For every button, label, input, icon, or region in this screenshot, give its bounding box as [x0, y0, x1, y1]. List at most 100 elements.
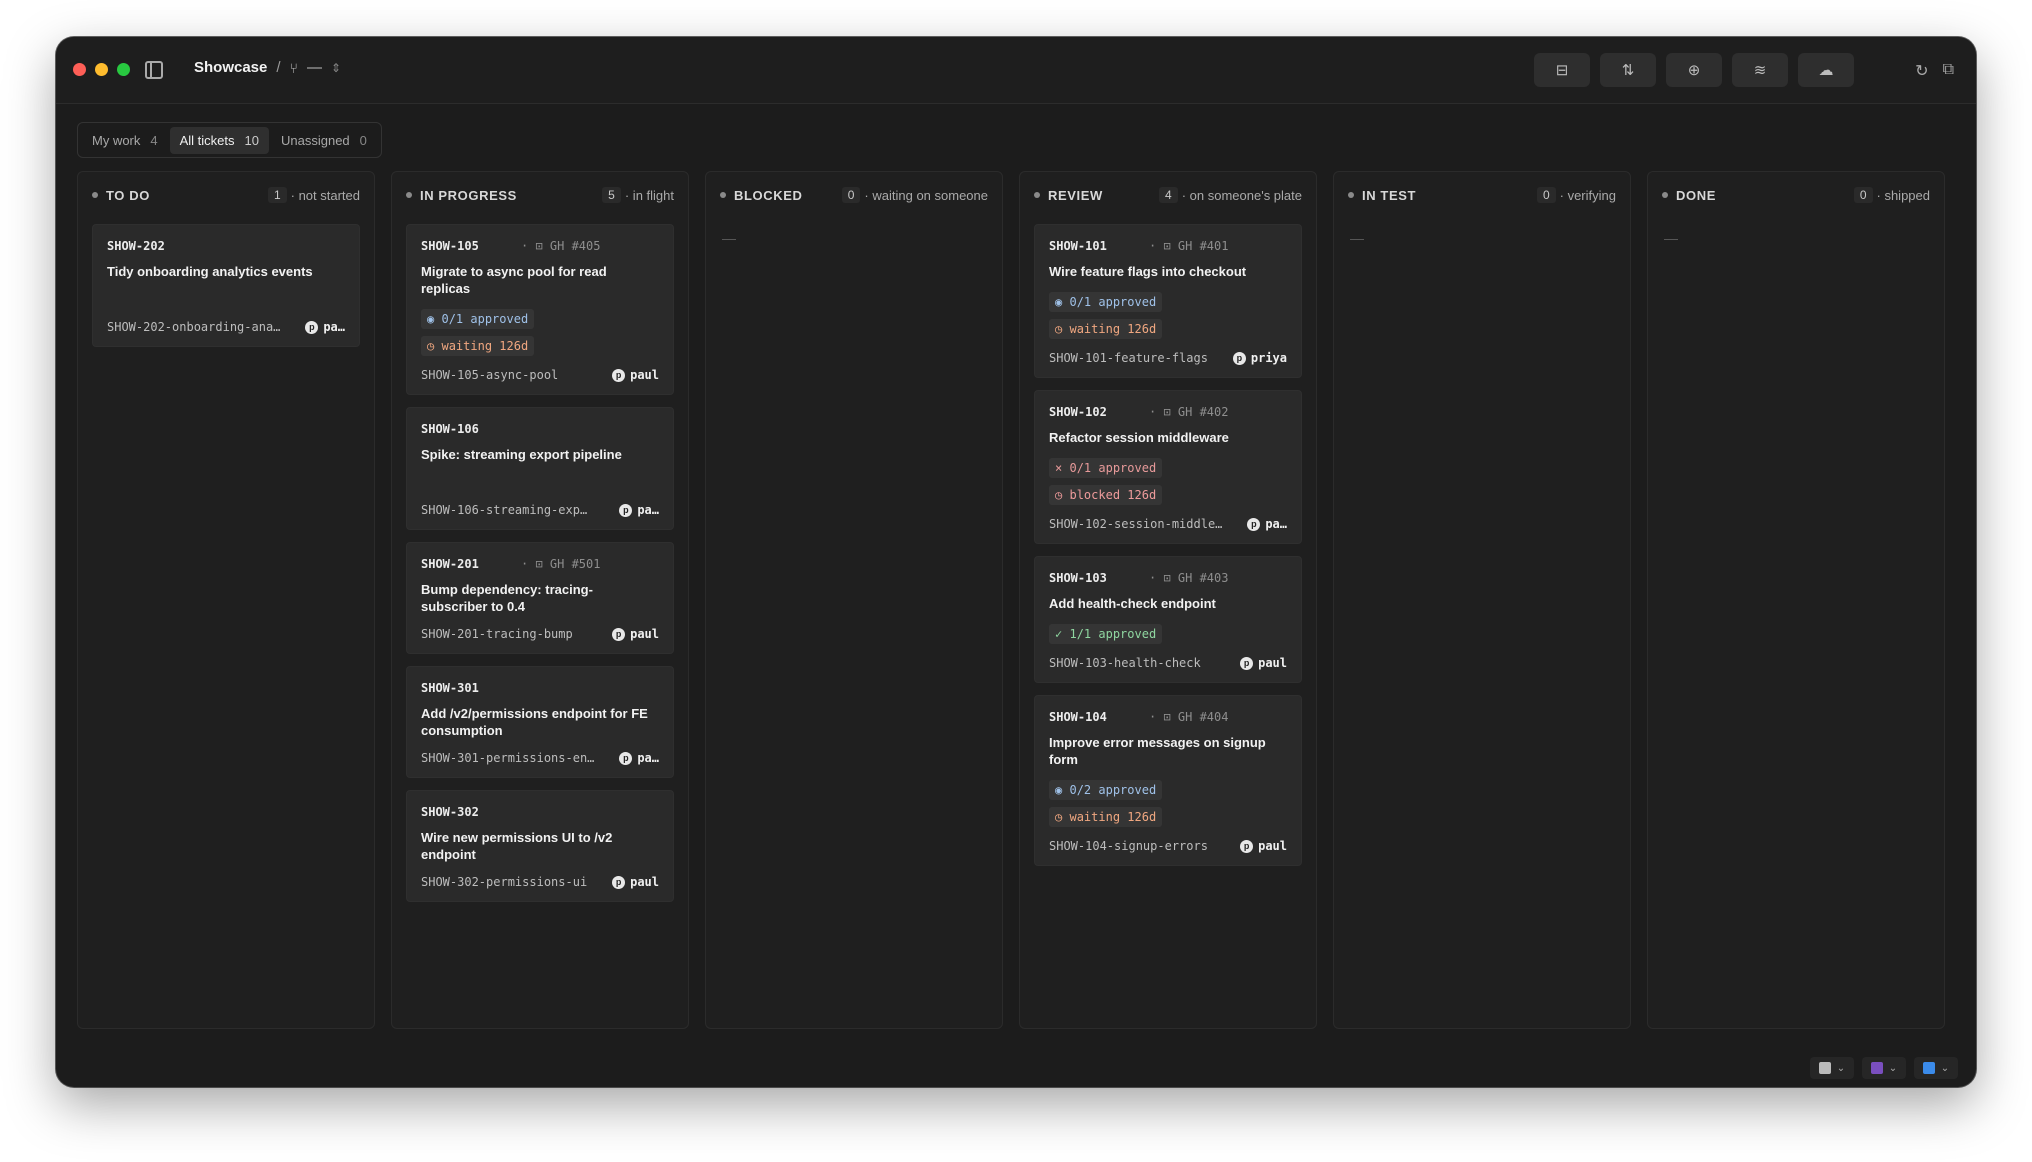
github-pr-link[interactable]: · ⊡ GH #402 [1149, 405, 1228, 419]
github-pr-link[interactable]: · ⊡ GH #405 [521, 239, 600, 253]
assignee[interactable]: p paul [1240, 839, 1287, 853]
avatar: p [1240, 839, 1254, 853]
assignee-name: pa… [323, 320, 345, 334]
open-external-icon[interactable]: ⧉ [1943, 61, 1954, 81]
github-pr-link[interactable]: · ⊡ GH #403 [1149, 571, 1228, 585]
toolbar-right: ↻ ⧉ [1915, 61, 1954, 81]
deploy-icon[interactable]: ⊕ [1666, 53, 1722, 87]
assignee[interactable]: p paul [612, 627, 659, 641]
status-badge: ◷ blocked 126d [1049, 485, 1163, 505]
assignee-name: paul [1258, 839, 1287, 853]
status-chip-icon [1870, 1062, 1883, 1074]
ticket-card[interactable]: SHOW-202 Tidy onboarding analytics event… [92, 224, 360, 347]
refresh-icon[interactable]: ↻ [1915, 61, 1928, 81]
column-name: BLOCKED [734, 187, 803, 203]
avatar: p [619, 751, 633, 765]
column-in-test: IN TEST 0 · verifying — [1333, 171, 1631, 1029]
badge-text: 1/1 approved [1069, 627, 1157, 641]
badge-text: waiting 126d [1069, 810, 1157, 824]
branch-name: SHOW-301-permissions-en… [421, 751, 595, 765]
github-pr-link[interactable]: · ⊡ GH #401 [1149, 239, 1228, 253]
ticket-title: Bump dependency: tracing-subscriber to 0… [421, 582, 593, 614]
zoom-window-button[interactable] [117, 63, 130, 76]
badge-icon: ◉ [1055, 295, 1063, 309]
column-blocked: BLOCKED 0 · waiting on someone — [705, 171, 1003, 1029]
card-badges: ◉ 0/1 approved ◷ waiting 126d [1049, 292, 1287, 339]
filter-tab-unassigned[interactable]: Unassigned 0 [271, 127, 377, 154]
assignee-name: paul [630, 368, 659, 382]
github-pr-link[interactable]: · ⊡ GH #404 [1149, 710, 1228, 724]
assignee[interactable]: p pa… [619, 751, 659, 765]
filter-tab-my-work[interactable]: My work 4 [82, 127, 168, 154]
column-to-do: TO DO 1 · not started SHOW-202 Tidy onbo… [77, 171, 375, 1029]
card-footer: SHOW-301-permissions-en… p pa… [421, 751, 659, 765]
project-title[interactable]: Showcase [194, 59, 267, 76]
badge-icon: × [1055, 461, 1063, 475]
ticket-icon[interactable]: ⊟ [1534, 53, 1590, 87]
badge-text: 0/1 approved [441, 312, 529, 326]
ticket-card[interactable]: SHOW-102 · ⊡ GH #402 Refactor session mi… [1034, 390, 1302, 544]
ticket-card[interactable]: SHOW-302 Wire new permissions UI to /v2 … [406, 790, 674, 902]
branch-name: SHOW-105-async-pool [421, 368, 559, 382]
column-in-progress: IN PROGRESS 5 · in flight SHOW-105 · ⊡ G… [391, 171, 689, 1029]
app-icon[interactable]: ⌄ [1862, 1057, 1906, 1079]
column-dot-icon [1662, 192, 1668, 198]
assignee[interactable]: p pa… [1247, 517, 1287, 531]
minimize-window-button[interactable] [95, 63, 108, 76]
github-pr-link[interactable]: · ⊡ GH #501 [521, 557, 600, 571]
branch-name[interactable]: — [307, 59, 322, 76]
status-bar: ⌄ ⌄ ⌄ [1810, 1057, 1958, 1079]
pull-request-icon[interactable]: ⇅ [1600, 53, 1656, 87]
assignee[interactable]: p pa… [305, 320, 345, 334]
ticket-card[interactable]: SHOW-301 Add /v2/permissions endpoint fo… [406, 666, 674, 778]
ticket-id: SHOW-103 [1049, 571, 1107, 585]
chevron-up-down-icon[interactable]: ⇕ [331, 61, 341, 75]
assignee[interactable]: p paul [612, 368, 659, 382]
assignee-name: paul [1258, 656, 1287, 670]
column-header: REVIEW 4 · on someone's plate [1020, 172, 1316, 218]
filter-tab-all-tickets[interactable]: All tickets 10 [169, 126, 269, 154]
stack-icon[interactable]: ≋ [1732, 53, 1788, 87]
assignee[interactable]: p paul [612, 875, 659, 889]
toolbar-actions: ⊟ ⇅ ⊕ ≋ ☁ [1534, 53, 1854, 87]
assignee[interactable]: p priya [1232, 351, 1287, 365]
badge-text: waiting 126d [441, 339, 529, 353]
badge-icon: ◉ [1055, 783, 1063, 797]
card-header: SHOW-105 · ⊡ GH #405 [421, 239, 659, 253]
column-name: IN PROGRESS [420, 187, 517, 203]
card-badges: ✓ 1/1 approved [1049, 624, 1287, 644]
column-dot-icon [720, 192, 726, 198]
column-body: — [1648, 218, 1944, 258]
assignee[interactable]: p paul [1240, 656, 1287, 670]
column-body: SHOW-105 · ⊡ GH #405 Migrate to async po… [392, 218, 688, 908]
badge-text: waiting 126d [1069, 322, 1157, 336]
column-subtitle: · on someone's plate [1181, 187, 1302, 203]
column-header: TO DO 1 · not started [78, 172, 374, 218]
ticket-card[interactable]: SHOW-103 · ⊡ GH #403 Add health-check en… [1034, 556, 1302, 683]
branch-name: SHOW-104-signup-errors [1049, 839, 1208, 853]
column-body: SHOW-101 · ⊡ GH #401 Wire feature flags … [1020, 218, 1316, 872]
ticket-card[interactable]: SHOW-105 · ⊡ GH #405 Migrate to async po… [406, 224, 674, 395]
sidebar-toggle-icon[interactable] [145, 61, 163, 79]
editor-icon[interactable]: ⌄ [1810, 1057, 1854, 1079]
status-badge: ◉ 0/2 approved [1049, 780, 1163, 800]
close-window-button[interactable] [73, 63, 86, 76]
ticket-card[interactable]: SHOW-106 Spike: streaming export pipelin… [406, 407, 674, 530]
assignee[interactable]: p pa… [619, 503, 659, 517]
avatar: p [612, 368, 626, 382]
finder-icon[interactable]: ⌄ [1914, 1057, 1958, 1079]
column-subtitle: · waiting on someone [864, 187, 988, 203]
assignee-name: pa… [1265, 517, 1287, 531]
avatar: p [1232, 351, 1246, 365]
ticket-card[interactable]: SHOW-104 · ⊡ GH #404 Improve error messa… [1034, 695, 1302, 866]
branch-name: SHOW-102-session-middle… [1049, 517, 1223, 531]
ticket-card[interactable]: SHOW-101 · ⊡ GH #401 Wire feature flags … [1034, 224, 1302, 378]
cloud-icon[interactable]: ☁ [1798, 53, 1854, 87]
status-badge: ◷ waiting 126d [421, 336, 535, 356]
branch-name: SHOW-201-tracing-bump [421, 627, 573, 641]
empty-placeholder: — [1664, 230, 1678, 246]
column-review: REVIEW 4 · on someone's plate SHOW-101 ·… [1019, 171, 1317, 1029]
assignee-name: pa… [637, 751, 659, 765]
ticket-card[interactable]: SHOW-201 · ⊡ GH #501 Bump dependency: tr… [406, 542, 674, 654]
ticket-id: SHOW-105 [421, 239, 479, 253]
